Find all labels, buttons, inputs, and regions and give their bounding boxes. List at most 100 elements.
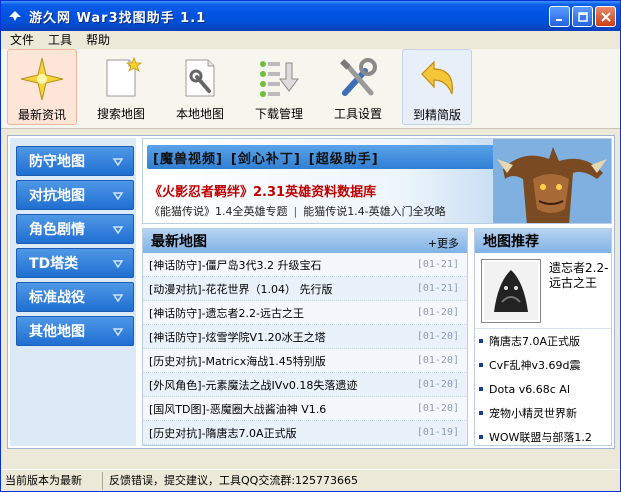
main-panel: 防守地图 对抗地图 角色剧情 TD塔类 标准战役 其他地图 [魔兽视频] [剑心… xyxy=(7,135,615,449)
list-item[interactable]: [神话防守]-僵尸岛3代3.2 升级宝石 [01-21] xyxy=(143,253,467,277)
toolbar-lite-label: 到精简版 xyxy=(412,108,461,122)
content-area: [魔兽视频] [剑心补丁] [超级助手] 《火影忍者羁绊》2.31英雄资料数据库… xyxy=(142,138,612,446)
sidebar-item-rpg[interactable]: 角色剧情 xyxy=(16,214,134,244)
more-link[interactable]: +更多 xyxy=(428,235,459,251)
toolbar-search-label: 搜索地图 xyxy=(96,107,145,121)
toolbar-local-button[interactable]: 本地地图 xyxy=(165,49,235,125)
chevron-down-icon xyxy=(112,226,124,235)
list-item[interactable]: 宠物小精灵世界新 xyxy=(475,401,611,425)
toolbar-news-label: 最新资讯 xyxy=(17,108,66,122)
title-bar[interactable]: 游久网 War3找图助手 1.1 xyxy=(1,1,620,31)
map-thumbnail[interactable] xyxy=(481,259,541,323)
toolbar-settings-label: 工具设置 xyxy=(333,107,382,121)
banner-sub-link-1[interactable]: 《能猫传说》1.4全英雄专题 xyxy=(149,205,288,218)
chevron-down-icon xyxy=(112,158,124,167)
new-maps-title: 最新地图 xyxy=(151,234,207,250)
list-item[interactable]: [神话防守]-遗忘者2.2-远古之王 [01-20] xyxy=(143,301,467,325)
list-item[interactable]: [动漫对抗]-花花世界（1.04） 先行版 [01-21] xyxy=(143,277,467,301)
toolbar-settings-button[interactable]: 工具设置 xyxy=(323,49,393,125)
banner-headline[interactable]: 《火影忍者羁绊》2.31英雄资料数据库 xyxy=(149,181,376,200)
toolbar-search-button[interactable]: 搜索地图 xyxy=(86,49,156,125)
sidebar-item-label: TD塔类 xyxy=(29,256,79,272)
map-title: [国风TD图]-恶魔圈大战酱油神 V1.6 xyxy=(149,402,327,416)
close-icon xyxy=(600,11,611,22)
separator: | xyxy=(293,205,298,218)
chevron-down-icon xyxy=(112,260,124,269)
menu-bar: 文件 工具 帮助 xyxy=(1,31,620,49)
recommend-featured[interactable]: 遗忘者2.2-远古之王 xyxy=(475,253,611,329)
menu-tools[interactable]: 工具 xyxy=(41,31,79,49)
banner-nav: [魔兽视频] [剑心补丁] [超级助手] xyxy=(147,145,507,169)
download-list-icon xyxy=(260,61,299,97)
map-date: [01-21] xyxy=(416,283,459,294)
recommend-item-label: Dota v6.68c AI xyxy=(489,382,571,396)
list-item[interactable]: [神话防守]-炫雪学院V1.20冰王之塔 [01-20] xyxy=(143,325,467,349)
sidebar-item-other[interactable]: 其他地图 xyxy=(16,316,134,346)
maximize-button[interactable] xyxy=(572,6,593,27)
map-title: [神话防守]-炫雪学院V1.20冰王之塔 xyxy=(149,330,326,344)
list-item[interactable]: [历史对抗]-隋唐志7.0A正式版 [01-19] xyxy=(143,421,467,445)
map-date: [01-19] xyxy=(416,427,459,438)
new-maps-header: 最新地图 +更多 xyxy=(143,229,467,253)
bullet xyxy=(479,339,483,343)
map-date: [01-20] xyxy=(416,331,459,342)
list-item[interactable]: CvF乱神v3.69d震 xyxy=(475,353,611,377)
bullet xyxy=(479,387,483,391)
sidebar-item-td[interactable]: TD塔类 xyxy=(16,248,134,278)
recommend-panel: 地图推荐 遗忘者2.2-远古之王 隋唐志7.0A正式版 CvF乱神v3.69d震… xyxy=(474,228,612,446)
bullet xyxy=(479,411,483,415)
list-item[interactable]: [国风TD图]-恶魔圈大战酱油神 V1.6 [01-20] xyxy=(143,397,467,421)
new-document-icon xyxy=(106,56,143,97)
sidebar-item-campaign[interactable]: 标准战役 xyxy=(16,282,134,312)
document-wrench-icon xyxy=(185,59,215,97)
sidebar-item-defense[interactable]: 防守地图 xyxy=(16,146,134,176)
map-date: [01-20] xyxy=(416,307,459,318)
banner-link-helper[interactable]: [超级助手] xyxy=(309,148,379,167)
map-title: [外风角色]-元素魔法之战IVv0.18失落遗迹 xyxy=(149,378,358,392)
recommend-item-label: CvF乱神v3.69d震 xyxy=(489,359,581,372)
toolbar-download-button[interactable]: 下载管理 xyxy=(244,49,314,125)
sidebar-item-versus[interactable]: 对抗地图 xyxy=(16,180,134,210)
list-item[interactable]: [外风角色]-元素魔法之战IVv0.18失落遗迹 [01-20] xyxy=(143,373,467,397)
banner-subline: 《能猫传说》1.4全英雄专题 | 能猫传说1.4-英雄入门全攻略 xyxy=(149,203,446,219)
sidebar-item-label: 其他地图 xyxy=(29,324,85,340)
toolbar-lite-button[interactable]: 到精简版 xyxy=(402,49,472,125)
banner-link-video[interactable]: [魔兽视频] xyxy=(153,148,223,167)
star-icon xyxy=(20,57,64,101)
recommend-item-label: WOW联盟与部落1.2 xyxy=(489,431,592,444)
chevron-down-icon xyxy=(112,328,124,337)
chevron-down-icon xyxy=(112,294,124,303)
chevron-down-icon xyxy=(112,192,124,201)
undo-arrow-icon xyxy=(421,60,453,95)
banner-sub-link-2[interactable]: 能猫传说1.4-英雄入门全攻略 xyxy=(303,205,445,218)
sidebar-item-label: 对抗地图 xyxy=(29,188,85,204)
new-maps-list: [神话防守]-僵尸岛3代3.2 升级宝石 [01-21] [动漫对抗]-花花世界（… xyxy=(143,253,467,445)
recommend-title: 地图推荐 xyxy=(483,234,539,250)
new-maps-panel: 最新地图 +更多 [神话防守]-僵尸岛3代3.2 升级宝石 [01-21] [动漫… xyxy=(142,228,468,446)
list-item[interactable]: [历史对抗]-Matricx海战1.45特别版 [01-20] xyxy=(143,349,467,373)
status-version: 当前版本为最新 xyxy=(1,471,103,490)
list-item[interactable]: WOW联盟与部落1.2 xyxy=(475,425,611,449)
bullet xyxy=(479,435,483,439)
map-date: [01-20] xyxy=(416,403,459,414)
banner-link-patch[interactable]: [剑心补丁] xyxy=(231,148,301,167)
status-bar: 当前版本为最新 反馈错误，提交建议，工具QQ交流群:125773665 xyxy=(1,469,620,491)
menu-help[interactable]: 帮助 xyxy=(79,31,117,49)
news-banner: [魔兽视频] [剑心补丁] [超级助手] 《火影忍者羁绊》2.31英雄资料数据库… xyxy=(142,138,612,224)
list-item[interactable]: 隋唐志7.0A正式版 xyxy=(475,329,611,353)
list-item[interactable]: Dota v6.68c AI xyxy=(475,377,611,401)
menu-file[interactable]: 文件 xyxy=(3,31,41,49)
close-button[interactable] xyxy=(595,6,616,27)
map-title: [历史对抗]-Matricx海战1.45特别版 xyxy=(149,354,326,368)
toolbar-local-label: 本地地图 xyxy=(175,107,224,121)
bullet xyxy=(479,363,483,367)
tools-icon xyxy=(340,58,377,96)
map-title: [历史对抗]-隋唐志7.0A正式版 xyxy=(149,426,297,440)
category-sidebar: 防守地图 对抗地图 角色剧情 TD塔类 标准战役 其他地图 xyxy=(10,138,136,446)
featured-map-title[interactable]: 遗忘者2.2-远古之王 xyxy=(549,261,609,291)
minimize-button[interactable] xyxy=(549,6,570,27)
toolbar-news-button[interactable]: 最新资讯 xyxy=(7,49,77,125)
recommend-item-label: 宠物小精灵世界新 xyxy=(489,407,577,420)
sidebar-item-label: 角色剧情 xyxy=(29,222,85,238)
sidebar-item-label: 防守地图 xyxy=(29,154,85,170)
